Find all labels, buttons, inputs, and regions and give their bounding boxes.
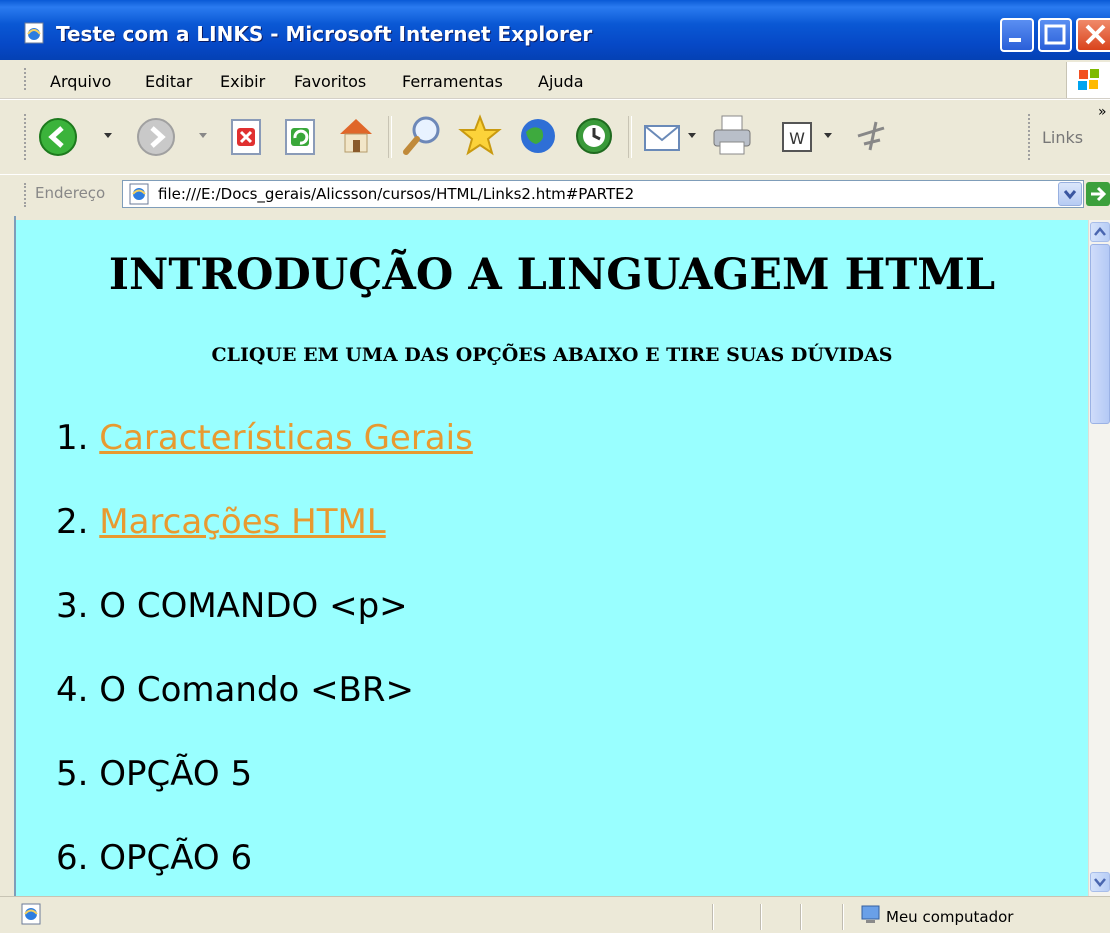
search-icon[interactable] — [402, 114, 444, 158]
scroll-down-button[interactable] — [1090, 872, 1110, 892]
word-edit-icon[interactable]: W — [780, 120, 814, 154]
item-text: OPÇÃO 6 — [99, 838, 253, 878]
address-dropdown-button[interactable] — [1058, 182, 1082, 206]
link-caracteristicas-gerais[interactable]: Características Gerais — [99, 418, 473, 458]
list-item: 3. O COMANDO <p> — [56, 586, 408, 626]
list-item: 5. OPÇÃO 5 — [56, 754, 252, 794]
svg-text:W: W — [789, 129, 805, 148]
forward-icon[interactable] — [136, 117, 176, 157]
list-item: 1. Características Gerais — [56, 418, 473, 458]
item-text: O COMANDO <p> — [99, 586, 408, 626]
status-divider — [712, 904, 714, 930]
page-heading: INTRODUÇÃO A LINGUAGEM HTML — [108, 250, 996, 300]
messenger-icon[interactable] — [850, 114, 890, 158]
edit-dropdown-icon[interactable] — [824, 133, 834, 141]
media-icon[interactable] — [516, 114, 560, 158]
toolbar-chevron[interactable]: » — [1098, 104, 1107, 120]
menu-editar[interactable]: Editar — [145, 72, 192, 91]
chevron-down-icon — [1094, 878, 1106, 887]
item-number: 1. — [56, 418, 89, 458]
window-title: Teste com a LINKS - Microsoft Internet E… — [56, 22, 593, 46]
item-number: 3. — [56, 586, 89, 626]
title-bar[interactable]: Teste com a LINKS - Microsoft Internet E… — [0, 0, 1110, 60]
vertical-scrollbar[interactable] — [1088, 220, 1110, 896]
status-divider — [760, 904, 762, 930]
chevron-down-icon — [1063, 190, 1077, 200]
minimize-button[interactable] — [1000, 18, 1034, 52]
ie-page-icon — [24, 22, 44, 44]
links-label[interactable]: Links — [1042, 128, 1083, 147]
item-number: 2. — [56, 502, 89, 542]
favorites-icon[interactable] — [458, 114, 502, 158]
history-icon[interactable] — [572, 114, 616, 158]
list-item: 6. OPÇÃO 6 — [56, 838, 252, 878]
address-label: Endereço — [35, 184, 106, 202]
refresh-icon[interactable] — [282, 118, 318, 156]
maximize-icon — [1044, 24, 1066, 45]
page-icon — [129, 183, 149, 205]
windows-flag-icon — [1078, 69, 1099, 90]
scroll-up-button[interactable] — [1090, 222, 1110, 242]
scroll-thumb[interactable] — [1090, 244, 1110, 424]
toolbar-grip[interactable] — [24, 114, 28, 160]
status-divider — [842, 904, 844, 930]
close-button[interactable] — [1076, 18, 1110, 52]
item-text: O Comando <BR> — [99, 670, 414, 710]
stop-icon[interactable] — [228, 118, 264, 156]
windows-logo — [1066, 62, 1110, 98]
status-divider — [800, 904, 802, 930]
toolbar-separator — [388, 116, 392, 158]
maximize-button[interactable] — [1038, 18, 1072, 52]
mail-dropdown-icon[interactable] — [688, 133, 698, 141]
forward-dropdown-icon[interactable] — [199, 133, 209, 141]
ie-window: Teste com a LINKS - Microsoft Internet E… — [0, 0, 1110, 933]
back-icon[interactable] — [38, 117, 78, 157]
list-item: 2. Marcações HTML — [56, 502, 386, 542]
go-arrow-icon[interactable] — [1086, 182, 1110, 206]
item-number: 4. — [56, 670, 89, 710]
page-status-icon — [21, 903, 41, 925]
minimize-icon — [1009, 38, 1021, 42]
item-number: 6. — [56, 838, 89, 878]
back-dropdown-icon[interactable] — [104, 133, 114, 141]
status-zone: Meu computador — [886, 908, 1014, 926]
menu-favoritos[interactable]: Favoritos — [294, 72, 366, 91]
computer-zone-icon — [861, 905, 880, 923]
menu-ajuda[interactable]: Ajuda — [538, 72, 584, 91]
page-subheading: CLIQUE EM UMA DAS OPÇÕES ABAIXO E TIRE S… — [211, 344, 893, 366]
web-page: INTRODUÇÃO A LINGUAGEM HTML CLIQUE EM UM… — [16, 220, 1088, 896]
chevron-up-icon — [1094, 227, 1106, 236]
links-grip[interactable] — [1028, 114, 1032, 160]
menu-exibir[interactable]: Exibir — [220, 72, 265, 91]
menu-ferramentas[interactable]: Ferramentas — [402, 72, 503, 91]
home-icon[interactable] — [336, 114, 376, 156]
close-icon — [1085, 24, 1106, 45]
mail-icon[interactable] — [642, 116, 686, 156]
toolbar-separator — [628, 116, 632, 158]
list-item: 4. O Comando <BR> — [56, 670, 414, 710]
print-icon[interactable] — [710, 112, 754, 158]
item-number: 5. — [56, 754, 89, 794]
address-grip[interactable] — [24, 183, 28, 207]
menu-arquivo[interactable]: Arquivo — [50, 72, 111, 91]
address-url[interactable]: file:///E:/Docs_gerais/Alicsson/cursos/H… — [158, 185, 634, 203]
link-marcacoes-html[interactable]: Marcações HTML — [99, 502, 385, 542]
menu-grip[interactable] — [24, 68, 28, 90]
item-text: OPÇÃO 5 — [99, 754, 253, 794]
